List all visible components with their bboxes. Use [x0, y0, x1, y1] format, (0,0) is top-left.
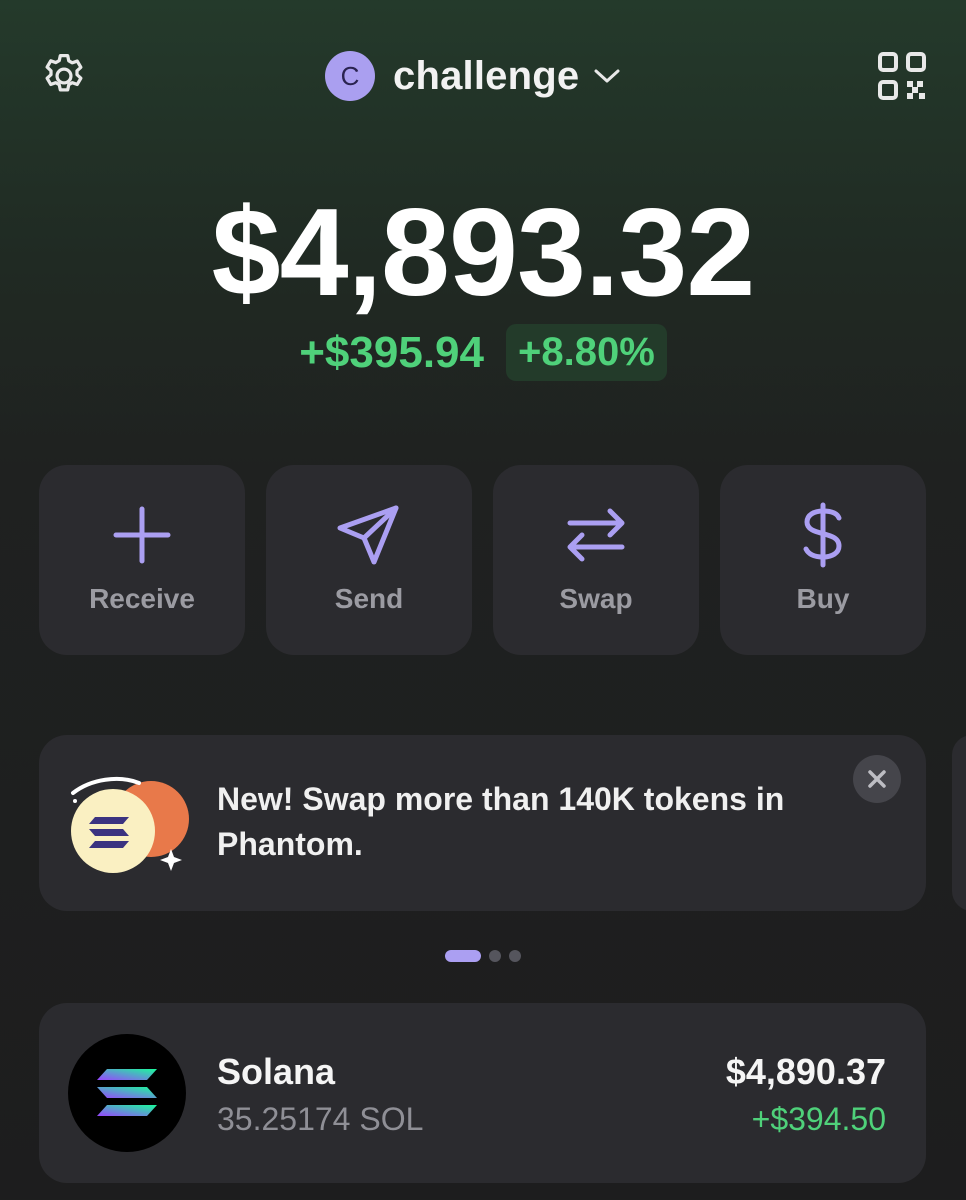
pager-dot-active[interactable] — [445, 950, 481, 962]
token-change: +$394.50 — [751, 1101, 886, 1137]
pager-dot[interactable] — [489, 950, 501, 962]
balance-change: +$395.94 +8.80% — [0, 324, 966, 381]
total-balance: $4,893.32 — [211, 184, 756, 322]
buy-label: Buy — [796, 583, 850, 614]
balance-change-amount: +$395.94 — [299, 327, 484, 377]
gear-icon — [45, 54, 83, 92]
chevron-down-icon — [593, 67, 621, 85]
balance-change-percent-badge: +8.80% — [505, 324, 667, 381]
qr-code-icon — [878, 52, 926, 100]
swap-button[interactable]: Swap — [493, 465, 699, 655]
account-name: challenge — [393, 53, 580, 98]
buy-button[interactable]: Buy — [720, 465, 926, 655]
token-name: Solana — [217, 1051, 336, 1092]
pager-dot[interactable] — [509, 950, 521, 962]
plus-icon — [39, 503, 245, 567]
dollar-icon — [720, 502, 926, 568]
close-icon — [868, 770, 886, 788]
token-amount: 35.25174 SOL — [217, 1101, 424, 1137]
receive-button[interactable]: Receive — [39, 465, 245, 655]
swap-arrows-icon — [493, 503, 699, 567]
settings-button[interactable] — [36, 48, 92, 104]
promo-card-next-peek[interactable] — [952, 735, 966, 911]
promo-card[interactable]: New! Swap more than 140K tokens in Phant… — [39, 735, 926, 911]
send-label: Send — [334, 583, 404, 614]
promo-close-button[interactable] — [853, 755, 901, 803]
token-row-solana[interactable]: Solana 35.25174 SOL $4,890.37 +$394.50 — [39, 1003, 926, 1183]
account-switcher[interactable]: C challenge — [325, 48, 621, 104]
send-button[interactable]: Send — [266, 465, 472, 655]
promo-pager — [0, 950, 966, 962]
promo-text: New! Swap more than 140K tokens in Phant… — [217, 781, 785, 862]
qr-code-button[interactable] — [876, 50, 928, 102]
solana-swap-promo-illustration — [65, 767, 195, 879]
swap-label: Swap — [559, 583, 633, 614]
send-icon — [266, 503, 472, 567]
account-avatar: C — [325, 51, 375, 101]
solana-logo-icon — [68, 1034, 186, 1152]
receive-label: Receive — [89, 583, 195, 614]
token-value: $4,890.37 — [725, 1051, 886, 1092]
